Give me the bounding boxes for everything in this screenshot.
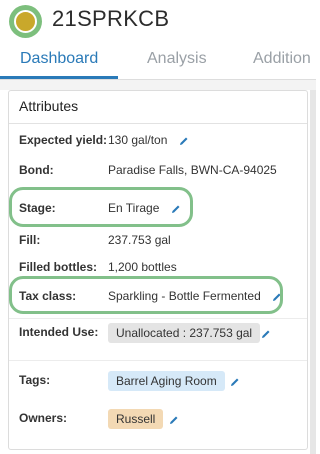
stage-label: Stage: bbox=[19, 201, 56, 215]
divider bbox=[9, 360, 307, 361]
expected-yield-label: Expected yield: bbox=[19, 133, 108, 147]
bond-value: Paradise Falls, BWN-CA-94025 bbox=[108, 163, 277, 177]
edit-stage-pencil-icon[interactable] bbox=[171, 204, 181, 214]
expected-yield-value-wrap: 130 gal/ton bbox=[108, 133, 189, 147]
fill-label: Fill: bbox=[19, 233, 41, 247]
fill-value: 237.753 gal bbox=[108, 233, 171, 247]
expected-yield-value: 130 gal/ton bbox=[108, 133, 168, 147]
owners-label: Owners: bbox=[19, 411, 68, 425]
fill-row: Fill: 237.753 gal bbox=[9, 231, 307, 255]
stage-row: Stage: En Tirage bbox=[9, 197, 307, 221]
owner-russell[interactable]: Russell bbox=[108, 409, 164, 429]
filled-bottles-row: Filled bottles: 1,200 bottles bbox=[9, 258, 307, 282]
divider bbox=[9, 318, 307, 319]
attributes-title: Attributes bbox=[19, 98, 79, 114]
filled-bottles-value: 1,200 bottles bbox=[108, 260, 177, 274]
edit-expected-yield-pencil-icon[interactable] bbox=[179, 136, 189, 146]
tax-class-row: Tax class: Sparkling - Bottle Fermented bbox=[9, 287, 307, 311]
winery-logo-icon[interactable] bbox=[9, 5, 42, 38]
tab-bar: Dashboard Analysis Addition bbox=[0, 44, 316, 80]
tax-class-label: Tax class: bbox=[19, 289, 77, 303]
bond-row: Bond: Paradise Falls, BWN-CA-94025 bbox=[9, 161, 307, 185]
scrollbar[interactable] bbox=[310, 90, 316, 454]
expected-yield-row: Expected yield: 130 gal/ton bbox=[9, 131, 307, 155]
attributes-card-header: Attributes bbox=[9, 91, 307, 124]
edit-intended-use-pencil-icon[interactable] bbox=[261, 329, 271, 339]
intended-use-row: Intended Use: Unallocated : 237.753 gal bbox=[9, 323, 307, 349]
tags-label: Tags: bbox=[19, 373, 51, 387]
tab-addition[interactable]: Addition bbox=[253, 50, 311, 68]
tax-class-value-wrap: Sparkling - Bottle Fermented bbox=[108, 289, 282, 303]
intended-use-label: Intended Use: bbox=[19, 325, 99, 339]
header: 21SPRKCB bbox=[0, 0, 316, 44]
active-tab-indicator bbox=[0, 76, 118, 79]
tag-barrel-aging-room[interactable]: Barrel Aging Room bbox=[108, 371, 225, 391]
section-gap bbox=[0, 80, 316, 90]
attributes-card: Attributes Expected yield: 130 gal/ton B… bbox=[8, 90, 308, 450]
stage-value: En Tirage bbox=[108, 201, 160, 215]
page-title: 21SPRKCB bbox=[52, 6, 170, 31]
edit-owners-pencil-icon[interactable] bbox=[169, 415, 179, 425]
filled-bottles-label: Filled bottles: bbox=[19, 260, 97, 274]
tags-row: Tags: Barrel Aging Room bbox=[9, 371, 307, 397]
tab-dashboard[interactable]: Dashboard bbox=[20, 50, 98, 68]
edit-tax-class-pencil-icon[interactable] bbox=[272, 292, 282, 302]
edit-tags-pencil-icon[interactable] bbox=[230, 377, 240, 387]
tax-class-value: Sparkling - Bottle Fermented bbox=[108, 289, 261, 303]
intended-use-pill[interactable]: Unallocated : 237.753 gal bbox=[108, 323, 261, 343]
bond-label: Bond: bbox=[19, 163, 54, 177]
tab-analysis[interactable]: Analysis bbox=[147, 50, 207, 68]
stage-value-wrap: En Tirage bbox=[108, 201, 181, 215]
owners-row: Owners: Russell bbox=[9, 409, 307, 435]
